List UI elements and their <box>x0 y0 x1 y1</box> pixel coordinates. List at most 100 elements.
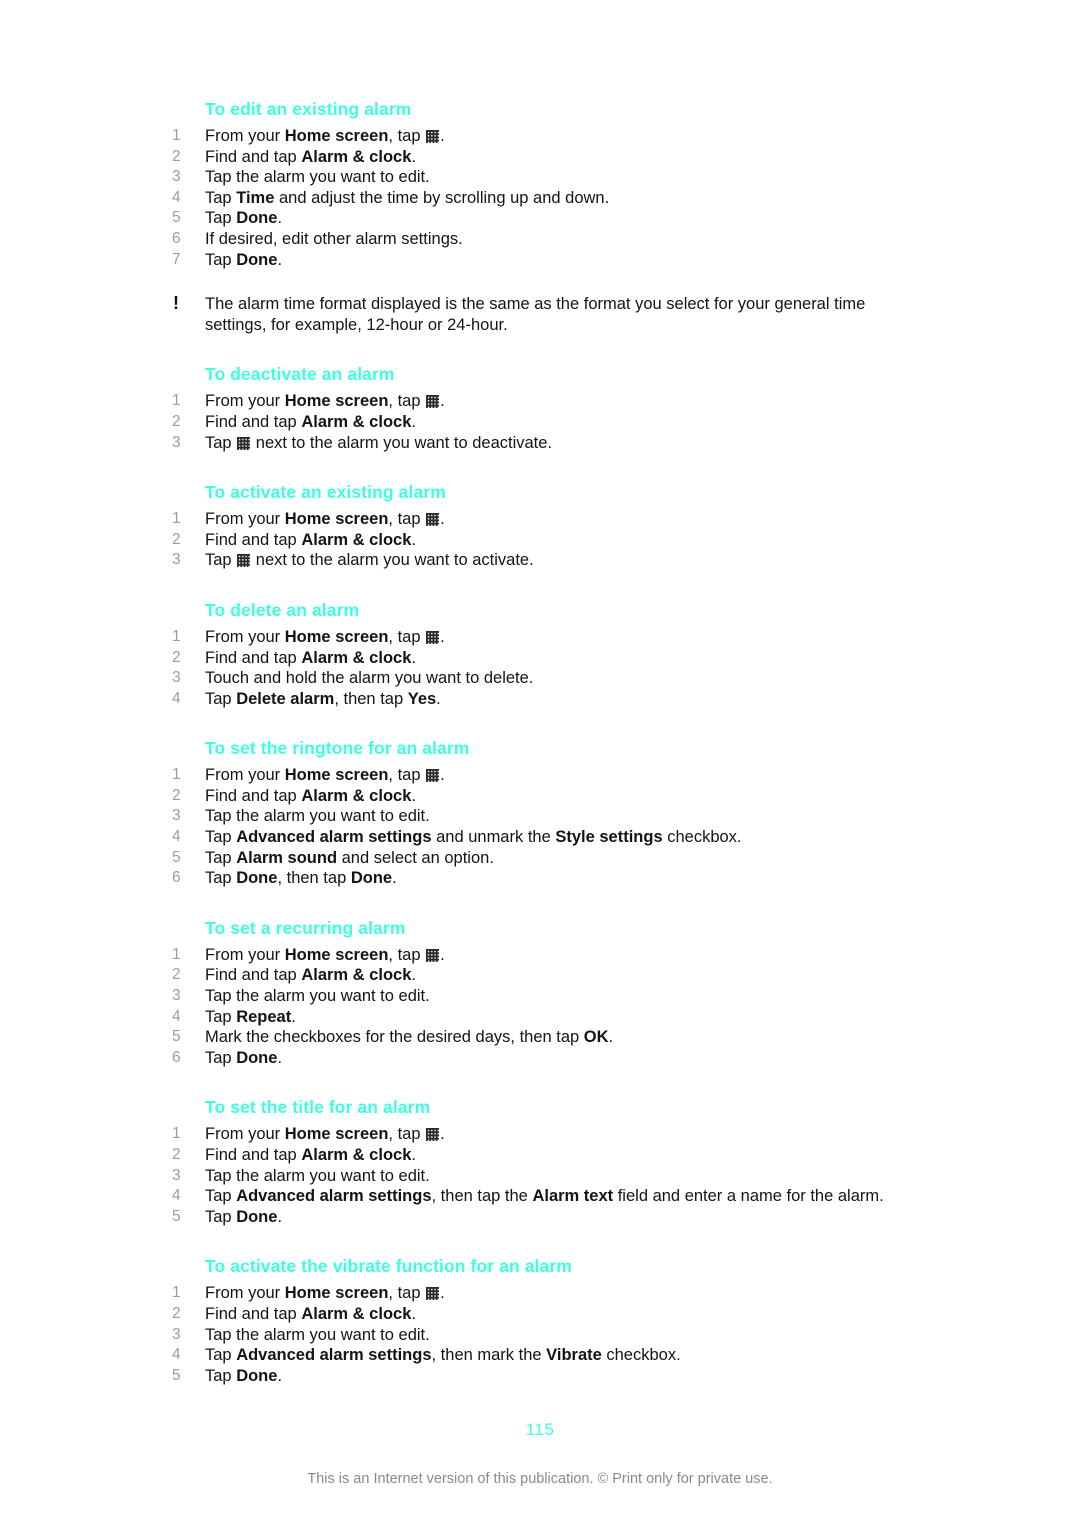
step-number: 3 <box>172 987 181 1005</box>
app-drawer-grid-icon <box>426 948 440 962</box>
section-edit-existing-alarm: To edit an existing alarm 1 From your Home… <box>172 98 912 270</box>
step-number: 5 <box>172 848 181 866</box>
step-item: 6 If desired, edit other alarm settings. <box>172 229 912 250</box>
ui-term: Time <box>236 188 275 207</box>
ui-term: Yes <box>407 689 437 708</box>
step-number: 2 <box>172 966 181 984</box>
step-item: 6 Tap Done, then tap Done. <box>172 868 912 889</box>
section-heading: To set a recurring alarm <box>205 917 406 938</box>
step-text: Tap the alarm you want to edit. <box>205 807 430 826</box>
section-heading: To edit an existing alarm <box>205 99 412 119</box>
step-text: From your Home screen, tap . <box>205 1284 445 1303</box>
ui-term: Alarm & clock <box>301 147 412 166</box>
step-list: 1 From your Home screen, tap . 2 Find and t… <box>172 509 912 571</box>
step-text: From your Home screen, tap . <box>205 392 445 411</box>
step-item: 3 Touch and hold the alarm you want to de… <box>172 668 912 689</box>
step-number: 2 <box>172 786 181 804</box>
step-number: 4 <box>172 828 181 846</box>
ui-term: Home screen <box>284 510 389 529</box>
step-number: 1 <box>172 627 181 645</box>
step-item: 3 Tap next to the alarm you want to deact… <box>172 433 912 454</box>
step-number: 1 <box>172 1125 181 1143</box>
step-text: Tap Done. <box>205 1207 283 1226</box>
section-delete-an-alarm: To delete an alarm 1 From your Home screen… <box>172 599 912 709</box>
step-text: Tap Done. <box>205 1048 283 1067</box>
step-item: 4 Tap Advanced alarm settings and unmark … <box>172 827 912 848</box>
ui-term: Home screen <box>284 766 389 785</box>
step-text: Find and tap Alarm & clock. <box>205 412 416 431</box>
step-number: 1 <box>172 766 181 784</box>
step-list: 1 From your Home screen, tap . 2 Find and t… <box>172 126 912 270</box>
ui-term: Delete alarm <box>236 689 335 708</box>
step-text: From your Home screen, tap . <box>205 127 445 145</box>
step-text: From your Home screen, tap . <box>205 627 445 646</box>
ui-term: Done <box>236 209 278 228</box>
ui-term: Advanced alarm settings <box>236 1187 432 1206</box>
step-item: 3 Tap the alarm you want to edit. <box>172 167 912 188</box>
step-item: 5 Mark the checkboxes for the desired day… <box>172 1027 912 1048</box>
step-number: 3 <box>172 433 181 451</box>
note-block: ! The alarm time format displayed is the … <box>172 293 912 335</box>
ui-term: OK <box>583 1028 609 1047</box>
step-item: 3 Tap the alarm you want to edit. <box>172 1166 912 1187</box>
section-set-title-for-alarm: To set the title for an alarm 1 From your … <box>172 1096 912 1227</box>
ui-term: Alarm & clock <box>301 648 412 667</box>
step-number: 4 <box>172 1346 181 1364</box>
step-number: 2 <box>172 530 181 548</box>
step-text: Tap the alarm you want to edit. <box>205 1166 430 1185</box>
step-number: 1 <box>172 1284 181 1302</box>
ui-term: Advanced alarm settings <box>236 1346 432 1365</box>
step-item: 3 Tap next to the alarm you want to activ… <box>172 550 912 571</box>
step-item: 1 From your Home screen, tap . <box>172 765 912 786</box>
ui-term: Home screen <box>284 1125 389 1144</box>
step-number: 1 <box>172 127 181 144</box>
step-item: 3 Tap the alarm you want to edit. <box>172 806 912 827</box>
step-text: Tap the alarm you want to edit. <box>205 168 430 187</box>
step-text: Tap Advanced alarm settings, then tap th… <box>205 1187 884 1206</box>
ui-term: Done <box>236 1048 278 1067</box>
ui-term: Home screen <box>284 392 389 411</box>
step-item: 4 Tap Time and adjust the time by scrolli… <box>172 188 912 209</box>
ui-term: Done <box>350 869 393 888</box>
step-item: 2 Find and tap Alarm & clock. <box>172 1304 912 1325</box>
step-number: 6 <box>172 229 181 247</box>
step-text: Find and tap Alarm & clock. <box>205 1146 416 1164</box>
step-number: 1 <box>172 945 181 963</box>
step-item: 7 Tap Done. <box>172 250 912 271</box>
step-text: Touch and hold the alarm you want to del… <box>205 669 534 688</box>
ui-term: Home screen <box>284 1284 389 1303</box>
app-drawer-grid-icon <box>237 554 251 568</box>
page-number: 115 <box>525 1420 555 1439</box>
ui-term: Done <box>236 1207 278 1226</box>
step-number: 5 <box>172 1207 181 1225</box>
step-text: Find and tap Alarm & clock. <box>205 648 416 667</box>
step-item: 4 Tap Advanced alarm settings, then tap t… <box>172 1186 912 1207</box>
step-number: 3 <box>172 168 181 186</box>
step-number: 2 <box>172 412 181 430</box>
step-text: Find and tap Alarm & clock. <box>205 1304 416 1323</box>
step-item: 1 From your Home screen, tap . <box>172 391 912 412</box>
sections-container: To edit an existing alarm 1 From your Home… <box>172 98 912 1386</box>
step-text: Tap Done. <box>205 1366 283 1385</box>
app-drawer-grid-icon <box>426 1128 440 1142</box>
step-text: Find and tap Alarm & clock. <box>205 530 416 549</box>
step-text: Tap Time and adjust the time by scrollin… <box>205 188 610 207</box>
step-text: From your Home screen, tap . <box>205 945 445 964</box>
app-drawer-grid-icon <box>426 630 440 644</box>
section-heading: To activate the vibrate function for an … <box>205 1256 572 1277</box>
step-item: 1 From your Home screen, tap . <box>172 1124 912 1145</box>
step-item: 2 Find and tap Alarm & clock. <box>172 412 912 433</box>
step-number: 5 <box>172 1028 181 1046</box>
step-text: Tap Alarm sound and select an option. <box>205 848 494 867</box>
step-item: 5 Tap Done. <box>172 1366 912 1387</box>
step-list: 1 From your Home screen, tap . 2 Find and t… <box>172 765 912 889</box>
step-list: 1 From your Home screen, tap . 2 Find and t… <box>172 391 912 453</box>
step-text: Tap the alarm you want to edit. <box>205 987 430 1006</box>
step-text: Tap the alarm you want to edit. <box>205 1325 430 1344</box>
ui-term: Style settings <box>555 828 663 847</box>
step-text: Find and tap Alarm & clock. <box>205 786 416 805</box>
ui-term: Alarm text <box>532 1187 614 1206</box>
step-item: 4 Tap Repeat. <box>172 1007 912 1028</box>
section-heading: To set the title for an alarm <box>205 1097 431 1118</box>
step-text: Tap Done. <box>205 250 283 269</box>
